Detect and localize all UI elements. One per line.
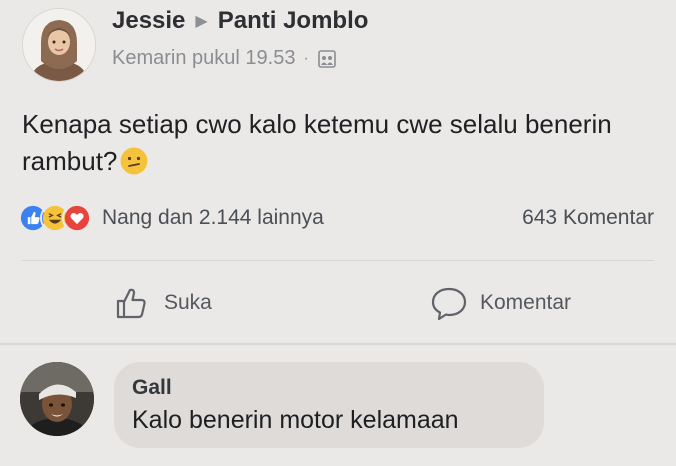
author-name[interactable]: Jessie	[112, 7, 185, 35]
confused-face-emoji	[120, 147, 148, 175]
group-name[interactable]: Panti Jomblo	[218, 7, 369, 35]
post-timestamp[interactable]: Kemarin pukul 19.53	[112, 47, 295, 70]
post-text: Kenapa setiap cwo kalo ketemu cwe selalu…	[22, 106, 652, 180]
comments-count[interactable]: 643 Komentar	[522, 206, 654, 230]
divider	[22, 260, 654, 261]
author-avatar[interactable]	[22, 8, 96, 82]
post-header: Jessie ▶ Panti Jomblo	[112, 6, 368, 36]
like-label: Suka	[164, 291, 212, 314]
speech-bubble-icon	[431, 287, 467, 321]
section-divider	[0, 343, 676, 345]
reaction-icons[interactable]	[18, 203, 92, 233]
reactions-summary[interactable]: Nang dan 2.144 lainnya	[102, 206, 324, 230]
reactions-row: Nang dan 2.144 lainnya 643 Komentar	[18, 200, 658, 236]
commenter-avatar[interactable]	[20, 362, 94, 436]
arrow-right-icon: ▶	[195, 13, 208, 30]
comment-label: Komentar	[480, 291, 572, 314]
meta-separator: ·	[303, 49, 309, 67]
comment-bubble: Gall Kalo benerin motor kelamaan	[114, 362, 544, 448]
comment-author[interactable]: Gall	[132, 376, 172, 400]
public-group-icon	[317, 49, 336, 68]
thumbs-up-icon	[116, 288, 146, 319]
post-actions: Suka Komentar	[0, 280, 676, 326]
post-body: Kenapa setiap cwo kalo ketemu cwe selalu…	[22, 109, 612, 176]
like-button[interactable]: Suka	[114, 280, 212, 326]
comment-button[interactable]: Komentar	[430, 280, 571, 326]
post-meta: Kemarin pukul 19.53 ·	[112, 47, 337, 70]
comment-item: Gall Kalo benerin motor kelamaan	[0, 352, 676, 462]
comment-text: Kalo benerin motor kelamaan	[132, 406, 459, 434]
love-reaction-icon	[62, 203, 92, 233]
facebook-post: Jessie ▶ Panti Jomblo Kemarin pukul 19.5…	[0, 0, 676, 466]
